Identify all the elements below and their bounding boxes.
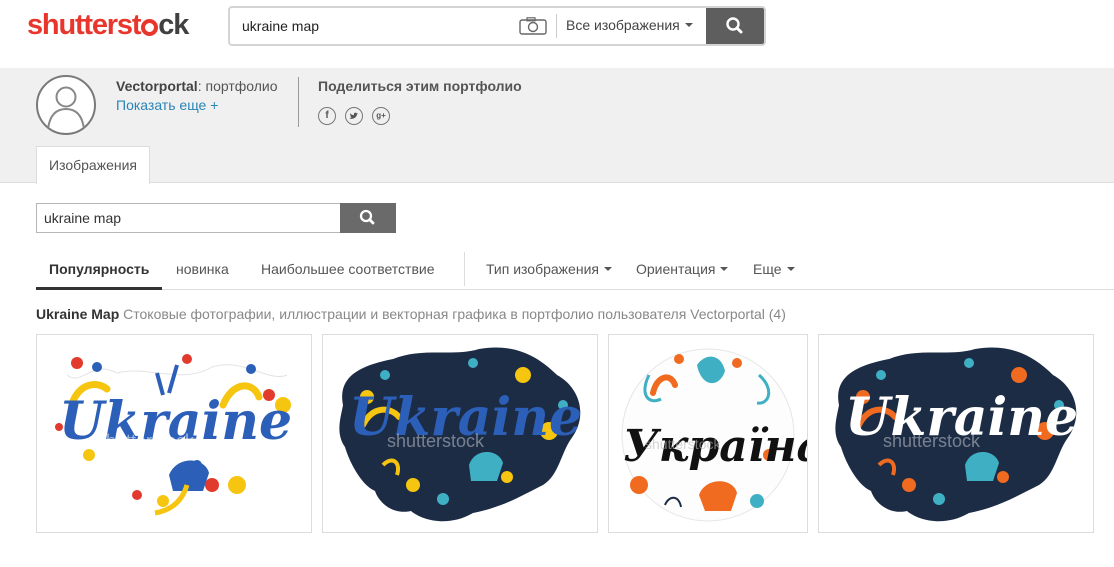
chevron-down-icon <box>786 267 795 272</box>
twitter-bird-glyph <box>349 112 359 119</box>
sort-popular[interactable]: Популярность <box>49 261 149 277</box>
share-title: Поделиться этим портфолио <box>318 78 522 94</box>
search-scope-dropdown[interactable]: Все изображения <box>566 17 693 33</box>
tab-images[interactable]: Изображения <box>36 146 150 184</box>
active-sort-indicator <box>36 287 162 290</box>
chevron-down-icon <box>684 23 693 28</box>
google-plus-icon[interactable]: g+ <box>372 107 390 125</box>
ukraine-illustration-image: Ukraine shutterstock <box>37 335 311 532</box>
filter-image-type[interactable]: Тип изображения <box>486 261 612 277</box>
result-thumbnail[interactable]: Ukraine shutterstock <box>322 334 598 533</box>
twitter-icon[interactable] <box>345 107 363 125</box>
portfolio-header: Vectorportal: портфолио Показать еще + П… <box>0 68 1114 184</box>
header-search-button[interactable] <box>706 8 764 44</box>
portfolio-name: Vectorportal: портфолио <box>116 78 278 94</box>
watermark-text: shutterstock <box>387 431 485 451</box>
sort-filter-bar: Популярность новинка Наибольшее соответс… <box>36 252 1114 290</box>
ukraine-illustration-image: Україна shutterstock <box>609 335 807 532</box>
results-caption: Ukraine Map Стоковые фотографии, иллюстр… <box>36 306 786 322</box>
sort-separator <box>464 252 465 286</box>
result-thumbnail[interactable]: Україна shutterstock <box>608 334 808 533</box>
filter-orientation[interactable]: Ориентация <box>636 261 729 277</box>
camera-icon[interactable] <box>518 17 548 35</box>
shutterstock-logo[interactable]: shutterst ck <box>27 9 189 41</box>
result-thumbnail[interactable]: Ukraine shutterstock <box>818 334 1094 533</box>
chevron-down-icon <box>603 267 612 272</box>
portfolio-search-button[interactable] <box>340 203 396 233</box>
watermark-text: shutterstock <box>97 431 195 451</box>
watermark-text: shutterstock <box>883 431 981 451</box>
sort-newest[interactable]: новинка <box>176 261 229 277</box>
filter-more[interactable]: Еще <box>753 261 795 277</box>
header-search-bar: Все изображения <box>228 6 766 46</box>
search-icon <box>359 209 375 225</box>
ukraine-illustration-image: Ukraine shutterstock <box>323 335 597 532</box>
sort-relevance[interactable]: Наибольшее соответствие <box>261 261 435 277</box>
header-separator <box>298 77 299 127</box>
top-header: shutterstck Все изображения <box>0 0 1114 68</box>
search-divider <box>556 14 557 38</box>
chevron-down-icon <box>720 267 729 272</box>
watermark-text: shutterstock <box>645 436 721 452</box>
portfolio-search-input[interactable] <box>44 209 334 227</box>
avatar[interactable] <box>36 75 96 135</box>
user-silhouette-icon <box>47 86 85 130</box>
portfolio-search-bar <box>36 203 396 233</box>
header-search-input[interactable] <box>242 16 512 36</box>
ukraine-illustration-image: Ukraine shutterstock <box>819 335 1093 532</box>
search-icon <box>726 17 743 34</box>
result-thumbnail[interactable]: Ukraine shutterstock <box>36 334 312 533</box>
show-more-link[interactable]: Показать еще + <box>116 97 218 113</box>
logo-o-ring <box>140 19 158 36</box>
contributor-name[interactable]: Vectorportal <box>116 78 198 94</box>
facebook-icon[interactable]: f <box>318 107 336 125</box>
